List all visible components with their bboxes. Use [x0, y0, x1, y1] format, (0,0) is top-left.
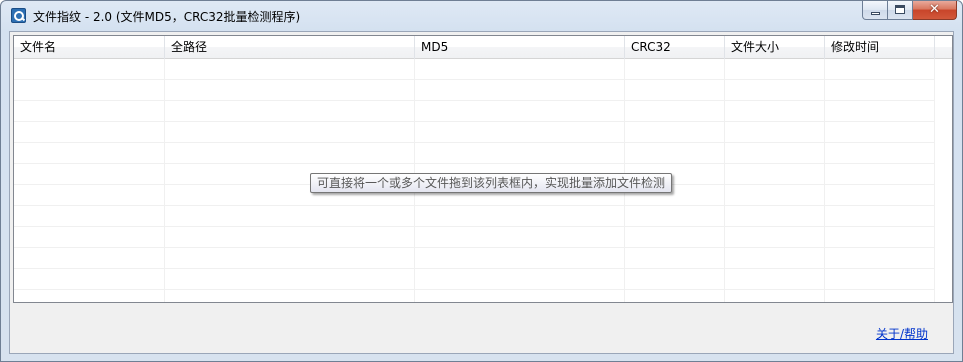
window-title: 文件指纹 - 2.0 (文件MD5，CRC32批量检测程序) — [33, 10, 301, 24]
file-list[interactable]: 文件名 全路径 MD5 CRC32 文件大小 修改时间 可直接将一个或多个文件拖… — [13, 35, 953, 303]
close-button[interactable]: ✕ — [913, 1, 957, 20]
close-icon: ✕ — [929, 2, 940, 17]
column-header-crc32[interactable]: CRC32 — [625, 36, 725, 59]
client-area: 文件名 全路径 MD5 CRC32 文件大小 修改时间 可直接将一个或多个文件拖… — [9, 31, 954, 354]
column-header-fullpath[interactable]: 全路径 — [165, 36, 415, 59]
main-window: 文件指纹 - 2.0 (文件MD5，CRC32批量检测程序) ✕ 文件名 全路径… — [0, 0, 963, 362]
grid-line — [14, 163, 935, 164]
grid-line — [824, 59, 825, 302]
magnifier-icon[interactable] — [11, 8, 26, 23]
grid-line — [14, 247, 935, 248]
maximize-button[interactable] — [888, 1, 913, 20]
drag-drop-tooltip: 可直接将一个或多个文件拖到该列表框内，实现批量添加文件检测 — [310, 173, 673, 193]
column-header-modified-time[interactable]: 修改时间 — [825, 36, 935, 59]
grid-line — [164, 59, 165, 302]
minimize-button[interactable] — [862, 1, 888, 20]
grid-line — [14, 79, 935, 80]
column-header-filesize[interactable]: 文件大小 — [725, 36, 825, 59]
column-header-md5[interactable]: MD5 — [415, 36, 625, 59]
grid-line — [934, 59, 935, 302]
grid-line — [14, 268, 935, 269]
grid-line — [14, 142, 935, 143]
grid-line — [14, 226, 935, 227]
title-bar[interactable]: 文件指纹 - 2.0 (文件MD5，CRC32批量检测程序) ✕ — [1, 1, 962, 31]
minimize-icon — [871, 12, 880, 15]
grid-line — [14, 205, 935, 206]
about-help-link[interactable]: 关于/帮助 — [876, 325, 928, 342]
grid-line — [14, 121, 935, 122]
grid-line — [14, 100, 935, 101]
column-header-filename[interactable]: 文件名 — [14, 36, 165, 59]
grid-line — [14, 289, 935, 290]
list-header: 文件名 全路径 MD5 CRC32 文件大小 修改时间 — [14, 36, 952, 59]
grid-line — [724, 59, 725, 302]
maximize-icon — [895, 5, 905, 14]
caption-buttons: ✕ — [862, 1, 957, 21]
